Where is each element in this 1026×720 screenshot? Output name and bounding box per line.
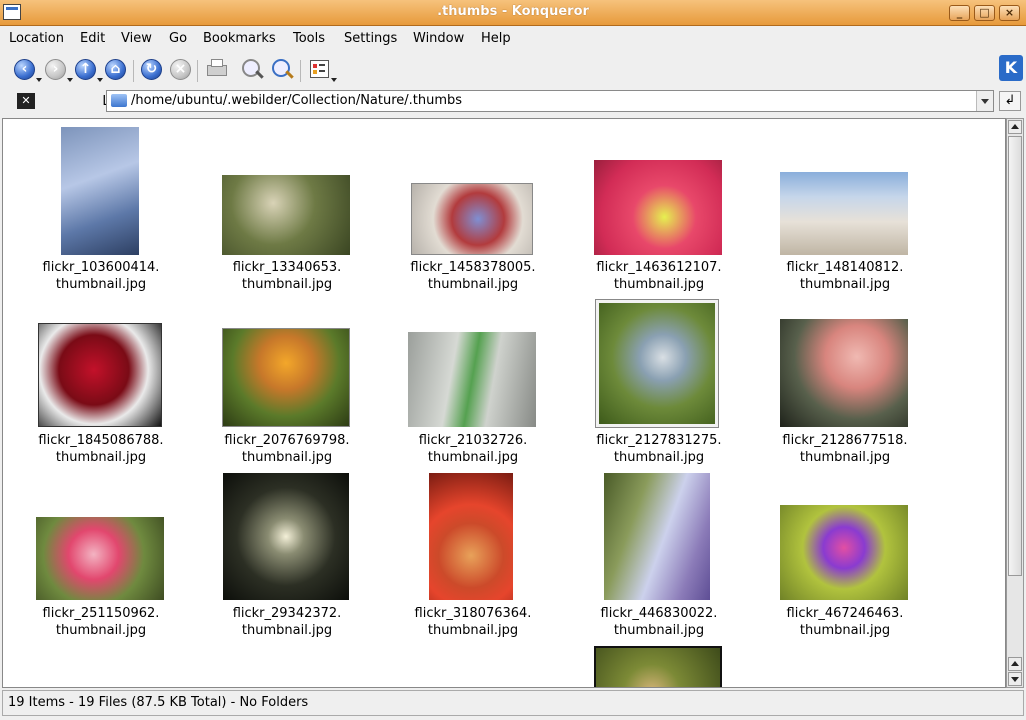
thumbnail-image[interactable]: [594, 646, 722, 687]
file-label[interactable]: flickr_2127831275. thumbnail.jpg: [569, 432, 749, 466]
thumbnail-image[interactable]: [223, 473, 349, 600]
menu-bar: Location Edit View Go Bookmarks Tools Se…: [0, 26, 1026, 52]
file-label[interactable]: flickr_1845086788. thumbnail.jpg: [11, 432, 191, 466]
stop-icon[interactable]: ×: [168, 57, 194, 83]
title-bar: .thumbs - Konqueror _ □ ×: [0, 0, 1026, 26]
folder-icon: [111, 94, 127, 107]
thumbnail-image[interactable]: [411, 183, 533, 255]
location-path[interactable]: /home/ubuntu/.webilder/Collection/Nature…: [131, 93, 462, 108]
view-mode-icon[interactable]: [307, 57, 337, 83]
menu-bookmarks[interactable]: Bookmarks: [203, 31, 276, 46]
kde-logo-icon: K: [999, 55, 1023, 81]
go-button[interactable]: ↲: [999, 91, 1021, 111]
clear-location-icon[interactable]: ✕: [17, 93, 35, 109]
maximize-button[interactable]: □: [974, 5, 995, 21]
status-bar: 19 Items - 19 Files (87.5 KB Total) - No…: [2, 690, 1024, 716]
thumbnail-image[interactable]: [61, 127, 139, 255]
window-title: .thumbs - Konqueror: [437, 4, 589, 19]
scrollbar-thumb[interactable]: [1008, 136, 1022, 576]
thumbnail-image[interactable]: [429, 473, 513, 600]
zoom-in-icon[interactable]: [240, 57, 266, 83]
toolbar-separator: [133, 60, 134, 82]
vertical-scrollbar[interactable]: [1006, 118, 1024, 688]
menu-edit[interactable]: Edit: [80, 31, 105, 46]
file-label[interactable]: flickr_1463612107. thumbnail.jpg: [569, 259, 749, 293]
scroll-down-button[interactable]: [1008, 672, 1022, 686]
file-label[interactable]: flickr_13340653. thumbnail.jpg: [197, 259, 377, 293]
forward-icon[interactable]: ›: [43, 57, 73, 83]
file-label[interactable]: flickr_1458378005. thumbnail.jpg: [383, 259, 563, 293]
thumbnail-image[interactable]: [594, 160, 722, 255]
menu-settings[interactable]: Settings: [344, 31, 397, 46]
file-label[interactable]: flickr_251150962. thumbnail.jpg: [11, 605, 191, 639]
back-icon[interactable]: ‹: [12, 57, 42, 83]
location-input[interactable]: /home/ubuntu/.webilder/Collection/Nature…: [106, 90, 994, 112]
status-text: 19 Items - 19 Files (87.5 KB Total) - No…: [8, 695, 309, 710]
menu-help[interactable]: Help: [481, 31, 511, 46]
thumbnail-image[interactable]: [222, 328, 350, 427]
thumbnail-image[interactable]: [595, 299, 719, 428]
up-icon[interactable]: ↑: [73, 57, 103, 83]
file-view[interactable]: flickr_103600414. thumbnail.jpg flickr_13…: [2, 118, 1006, 688]
thumbnail-image[interactable]: [604, 473, 710, 600]
file-label[interactable]: flickr_21032726. thumbnail.jpg: [383, 432, 563, 466]
file-label[interactable]: flickr_29342372. thumbnail.jpg: [197, 605, 377, 639]
toolbar-separator: [300, 60, 301, 82]
menu-view[interactable]: View: [121, 31, 152, 46]
thumbnail-image[interactable]: [780, 172, 908, 255]
file-label[interactable]: flickr_318076364. thumbnail.jpg: [383, 605, 563, 639]
toolbar: ‹ › ↑ ⌂ ↻ ×: [0, 52, 1026, 88]
scroll-up-button[interactable]: [1008, 657, 1022, 671]
location-bar: ✕ Location: /home/ubuntu/.webilder/Colle…: [0, 88, 1026, 116]
minimize-button[interactable]: _: [949, 5, 970, 21]
thumbnail-image[interactable]: [408, 332, 536, 427]
toolbar-separator: [197, 60, 198, 82]
file-label[interactable]: flickr_467246463. thumbnail.jpg: [755, 605, 935, 639]
reload-icon[interactable]: ↻: [139, 57, 165, 83]
thumbnail-image[interactable]: [780, 319, 908, 427]
menu-window[interactable]: Window: [413, 31, 464, 46]
thumbnail-image[interactable]: [38, 323, 162, 427]
thumbnail-image[interactable]: [780, 505, 908, 600]
print-icon[interactable]: [204, 57, 230, 83]
file-label[interactable]: flickr_446830022. thumbnail.jpg: [569, 605, 749, 639]
location-dropdown-button[interactable]: [976, 91, 993, 111]
menu-go[interactable]: Go: [169, 31, 187, 46]
thumbnail-image[interactable]: [36, 517, 164, 600]
zoom-out-icon[interactable]: [270, 57, 296, 83]
menu-tools[interactable]: Tools: [293, 31, 325, 46]
file-label[interactable]: flickr_2128677518. thumbnail.jpg: [755, 432, 935, 466]
file-label[interactable]: flickr_148140812. thumbnail.jpg: [755, 259, 935, 293]
scroll-up-button[interactable]: [1008, 120, 1022, 134]
file-label[interactable]: flickr_2076769798. thumbnail.jpg: [197, 432, 377, 466]
menu-location[interactable]: Location: [9, 31, 64, 46]
home-icon[interactable]: ⌂: [103, 57, 129, 83]
close-button[interactable]: ×: [999, 5, 1020, 21]
file-label[interactable]: flickr_103600414. thumbnail.jpg: [11, 259, 191, 293]
thumbnail-image[interactable]: [222, 175, 350, 255]
